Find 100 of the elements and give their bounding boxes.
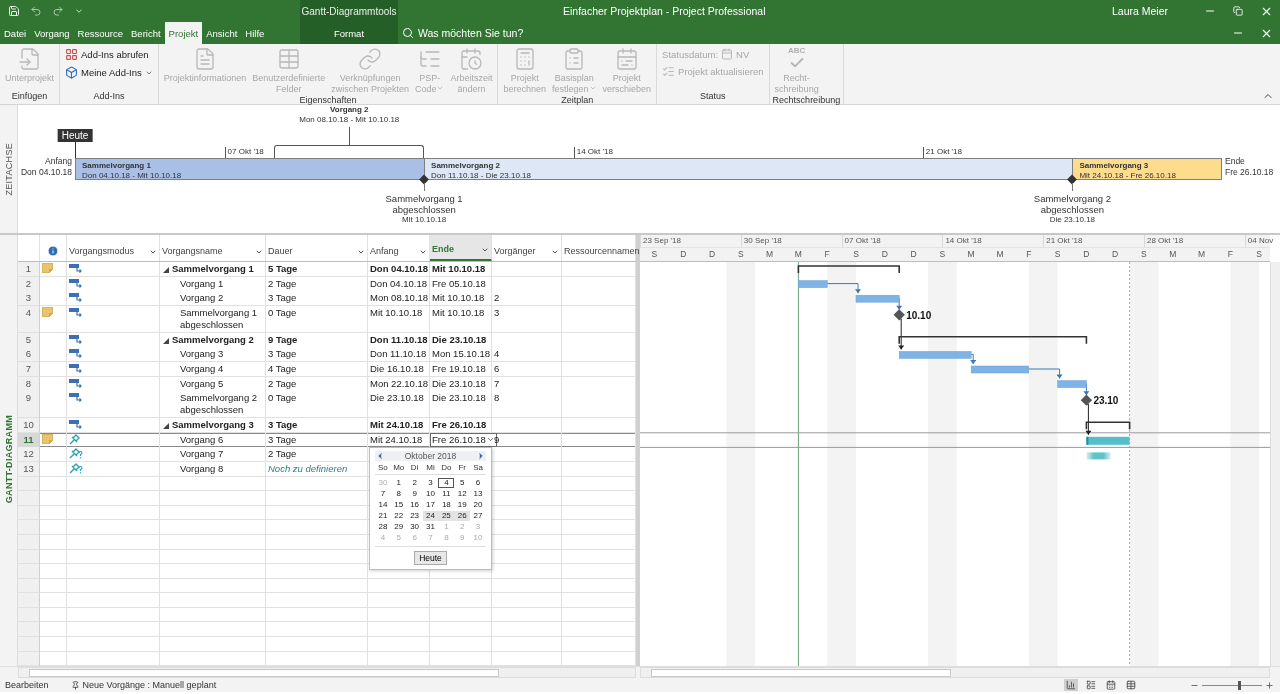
new-tasks-status[interactable]: Neue Vorgänge : Manuell geplant <box>70 680 217 690</box>
manual-task-bar[interactable] <box>1086 436 1130 445</box>
today-button[interactable]: Heute <box>414 551 447 565</box>
task-name: Vorgang 8 <box>180 462 224 475</box>
ribbon-tab[interactable]: Hilfe <box>241 22 269 44</box>
ribbon-tab[interactable]: Ansicht <box>202 22 242 44</box>
undo-icon[interactable] <box>30 5 42 17</box>
calendar-day[interactable]: 23 <box>406 511 423 521</box>
calendar-day[interactable]: 10 <box>422 489 439 499</box>
calendar-range-icon <box>614 47 639 71</box>
task-bar[interactable] <box>855 294 900 303</box>
day-label: S <box>938 248 947 261</box>
filter-caret-icon[interactable] <box>255 248 263 256</box>
search-field[interactable]: Was möchten Sie tun? <box>402 27 524 39</box>
day-label: S <box>736 248 745 261</box>
milestone-diamond[interactable] <box>1080 394 1093 406</box>
ribbon-button[interactable]: Meine Add-Ins <box>63 65 155 80</box>
task-bar[interactable] <box>970 365 1030 374</box>
calendar-day[interactable]: 24 <box>422 511 439 521</box>
customize-caret-icon[interactable] <box>74 6 84 16</box>
chart-scrollbar[interactable] <box>640 667 1270 678</box>
table-cell: 3 Tage <box>266 418 368 433</box>
column-header[interactable]: Ende <box>430 235 492 261</box>
weekday-label: Sa <box>470 463 486 475</box>
calendar-day[interactable]: 17 <box>422 500 439 510</box>
view-button[interactable] <box>1084 679 1098 691</box>
table-cell: Mit 10.10.18 <box>368 305 430 333</box>
zoom-in-icon[interactable] <box>1265 680 1274 690</box>
column-header[interactable]: Vorgangsname <box>160 235 266 261</box>
calendar-day[interactable]: 13 <box>470 489 486 499</box>
filter-caret-icon[interactable] <box>357 248 365 256</box>
table-cell <box>40 491 67 506</box>
calendar-day[interactable]: 16 <box>406 500 423 510</box>
filter-caret-icon[interactable] <box>481 246 489 254</box>
ribbon-tab[interactable]: Datei <box>0 22 31 44</box>
row-number[interactable]: 3 <box>18 291 40 306</box>
calendar-day[interactable]: 31 <box>422 522 439 532</box>
collapse-triangle-icon[interactable] <box>163 337 169 344</box>
previous-month-icon[interactable] <box>375 451 385 461</box>
milestone-label: 10.10 <box>906 309 932 321</box>
calendar-day[interactable]: 5 <box>454 478 471 488</box>
filter-caret-icon[interactable] <box>551 248 559 256</box>
vertical-scrollbar[interactable] <box>1270 262 1280 666</box>
timeline-bar[interactable]: Sammelvorgang 2 Don 11.10.18 - Die 23.10.18 <box>424 158 1073 180</box>
row-number[interactable]: 6 <box>18 347 40 362</box>
calendar-day[interactable]: 12 <box>454 489 471 499</box>
view-button[interactable] <box>1104 679 1118 691</box>
collapse-triangle-icon[interactable] <box>163 423 169 430</box>
column-header[interactable]: Vorgangsmodus <box>67 235 160 261</box>
filter-caret-icon[interactable] <box>419 248 427 256</box>
calendar-day[interactable]: 21 <box>375 511 391 521</box>
calendar-day[interactable]: 11 <box>438 489 455 499</box>
zoom-thumb[interactable] <box>1238 680 1242 690</box>
calendar-day[interactable]: 7 <box>375 489 391 499</box>
user-name[interactable]: Laura Meier <box>1111 5 1168 17</box>
calendar-day[interactable]: 14 <box>375 500 391 510</box>
calendar-day[interactable]: 27 <box>470 511 486 521</box>
calendar-day[interactable]: 8 <box>390 489 407 499</box>
column-header[interactable]: Vorgänger <box>492 235 562 261</box>
redo-icon[interactable] <box>52 5 64 17</box>
calendar-day[interactable]: 2 <box>406 478 423 488</box>
calendar-day[interactable]: 4 <box>438 478 455 488</box>
calendar-day[interactable]: 28 <box>375 522 391 532</box>
calendar-day[interactable]: 19 <box>454 500 471 510</box>
calendar-day[interactable]: 18 <box>438 500 455 510</box>
view-button[interactable] <box>1124 679 1138 691</box>
save-icon[interactable] <box>8 5 20 17</box>
column-header[interactable]: Dauer <box>266 235 368 261</box>
calendar-day[interactable]: 22 <box>390 511 407 521</box>
calendar-day[interactable]: 1 <box>390 478 407 488</box>
next-month-icon[interactable] <box>476 451 486 461</box>
collapse-triangle-icon[interactable] <box>163 267 169 273</box>
row-number[interactable]: 10 <box>18 418 40 433</box>
ribbon-tab[interactable]: Ressource <box>73 22 127 44</box>
calendar-day[interactable]: 6 <box>470 478 486 488</box>
ribbon-tab[interactable]: Bericht <box>127 22 165 44</box>
callout-title: Vorgang 2 <box>329 105 370 115</box>
row-number[interactable]: 1 <box>18 262 40 277</box>
table-scrollbar[interactable] <box>18 667 636 678</box>
calendar-day[interactable]: 15 <box>390 500 407 510</box>
timeline-bar[interactable]: Sammelvorgang 3 Mit 24.10.18 - Fre 26.10.18 <box>1072 158 1222 180</box>
ribbon-tab[interactable]: Format <box>329 22 369 44</box>
ribbon-tab[interactable]: Projekt <box>164 22 203 44</box>
calendar-day[interactable]: 25 <box>438 511 455 521</box>
row-number[interactable]: 9 <box>18 391 40 419</box>
filter-caret-icon[interactable] <box>149 248 157 256</box>
timeline-bar[interactable]: Sammelvorgang 1 Don 04.10.18 - Mit 10.10.18 <box>75 158 425 180</box>
ribbon-button[interactable]: Add-Ins abrufen <box>63 47 155 62</box>
ribbon-tab[interactable]: Vorgang <box>30 22 74 44</box>
calendar-day[interactable]: 9 <box>406 489 423 499</box>
row-number[interactable]: 12 <box>18 447 40 462</box>
view-button[interactable] <box>1064 679 1078 691</box>
calendar-day[interactable]: 29 <box>390 522 407 532</box>
row-number[interactable]: 4 <box>18 305 40 333</box>
calendar-day[interactable]: 20 <box>470 500 486 510</box>
calendar-day[interactable]: 3 <box>422 478 439 488</box>
table-cell <box>40 578 67 594</box>
calendar-day[interactable]: 26 <box>454 511 471 521</box>
calendar-day[interactable]: 30 <box>406 522 423 532</box>
milestone-diamond[interactable] <box>893 309 905 321</box>
